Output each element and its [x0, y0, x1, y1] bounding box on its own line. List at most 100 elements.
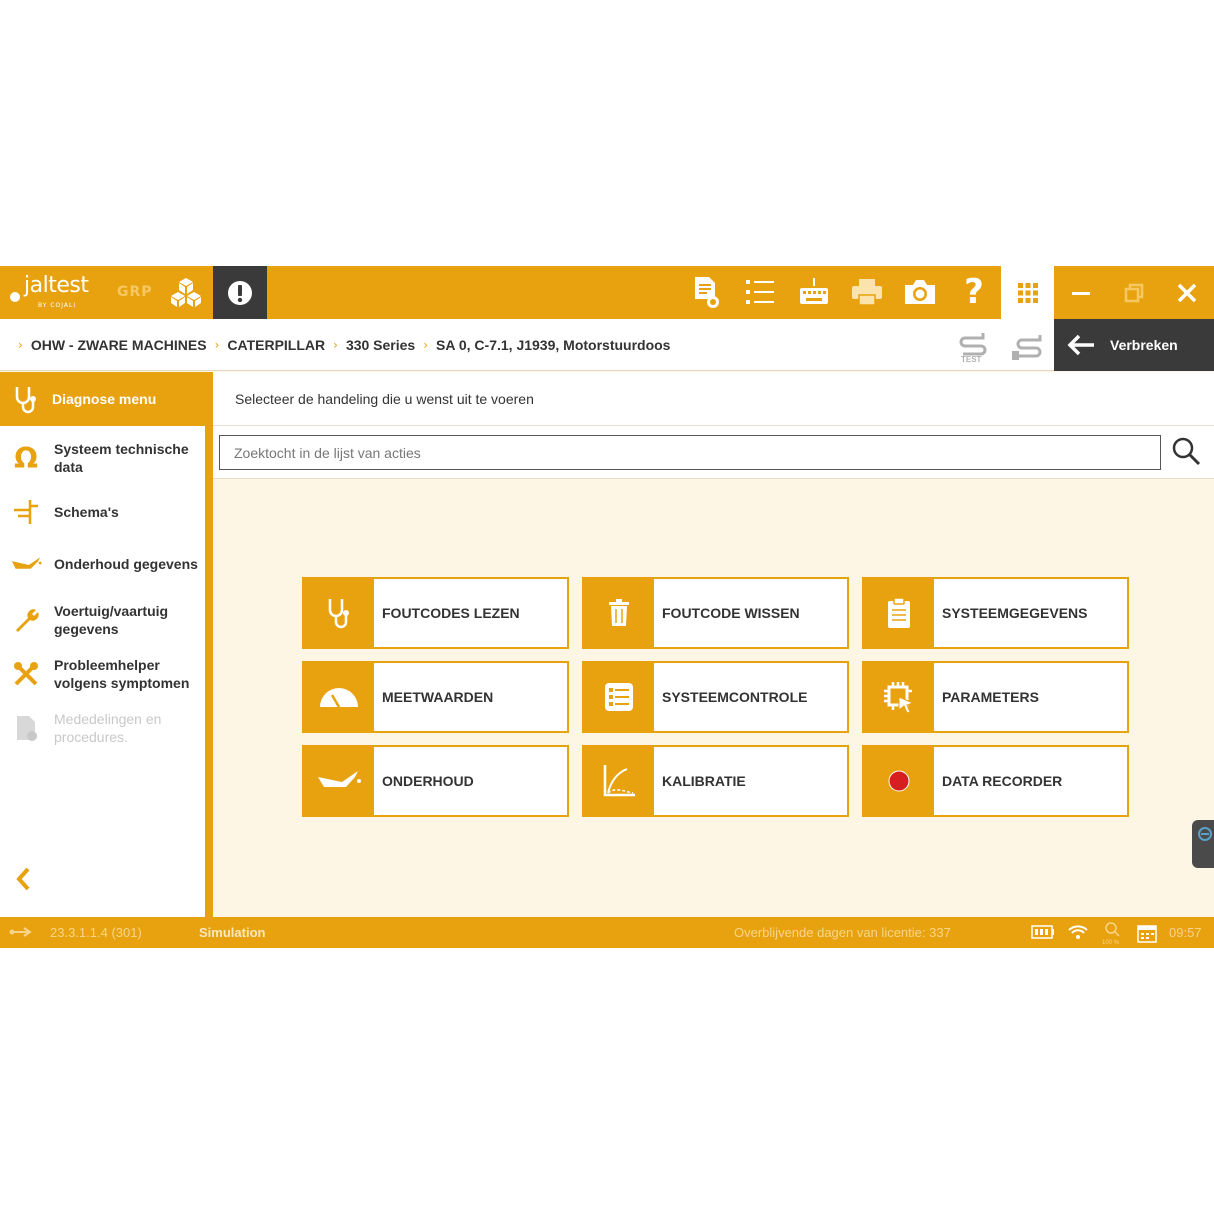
- apps-grid-button[interactable]: [1001, 266, 1054, 319]
- test-label: TEST: [961, 355, 982, 363]
- action-label: SYSTEEMCONTROLE: [662, 689, 808, 705]
- oil-can-icon: [304, 747, 374, 815]
- version-text: 23.3.1.1.4 (301): [50, 925, 142, 940]
- sidebar-item-label: Mededelingen en procedures.: [54, 711, 162, 745]
- action-parameters[interactable]: PARAMETERS: [862, 661, 1129, 733]
- search-bar: [213, 426, 1214, 479]
- gauge-icon: [304, 663, 374, 731]
- omega-icon: Ω: [14, 441, 38, 475]
- instruction-text: Selecteer de handeling die u wenst uit t…: [213, 372, 1214, 426]
- minimize-button[interactable]: [1054, 266, 1107, 319]
- collapse-sidebar-button[interactable]: [14, 866, 38, 896]
- schema-icon: [10, 496, 42, 528]
- action-label: FOUTCODES LEZEN: [382, 605, 520, 621]
- tools-icon: [10, 658, 42, 690]
- sidebar-item-probleemhelper[interactable]: Probleemhelper volgens symptomen: [0, 648, 205, 700]
- main-content: Selecteer de handeling die u wenst uit t…: [213, 372, 1214, 917]
- sidebar-item-label: Onderhoud gegevens: [54, 556, 198, 572]
- action-label: MEETWAARDEN: [382, 689, 494, 705]
- sidebar-header-diagnose-menu[interactable]: Diagnose menu: [0, 372, 205, 426]
- action-data-recorder[interactable]: DATA RECORDER: [862, 745, 1129, 817]
- connector-icon[interactable]: [1010, 329, 1044, 363]
- search-button[interactable]: [1171, 436, 1203, 468]
- breadcrumb-item[interactable]: CATERPILLAR: [227, 337, 325, 353]
- action-systeemcontrole[interactable]: SYSTEEMCONTROLE: [582, 661, 849, 733]
- sidebar-item-label: Probleemhelper volgens symptomen: [54, 657, 190, 691]
- sidebar-item-schemas[interactable]: Schema's: [0, 490, 205, 534]
- stethoscope-icon: [15, 387, 36, 414]
- action-label: DATA RECORDER: [942, 773, 1063, 789]
- action-label: PARAMETERS: [942, 689, 1039, 705]
- minimize-icon: [1071, 291, 1090, 295]
- arrow-left-icon: [1067, 334, 1094, 356]
- zoom-icon: 100 %: [1102, 922, 1120, 946]
- sidebar-item-onderhoud-gegevens[interactable]: Onderhoud gegevens: [0, 542, 205, 586]
- action-foutcode-wissen[interactable]: FOUTCODE WISSEN: [582, 577, 849, 649]
- printer-icon[interactable]: [849, 274, 885, 310]
- help-icon[interactable]: ?: [956, 274, 992, 310]
- mode-text: Simulation: [199, 925, 266, 940]
- action-label: ONDERHOUD: [382, 773, 474, 789]
- trash-icon: [584, 579, 654, 647]
- action-onderhoud[interactable]: ONDERHOUD: [302, 745, 569, 817]
- side-drawer-tab[interactable]: [1192, 820, 1214, 868]
- action-label: KALIBRATIE: [662, 773, 746, 789]
- chevron-right-icon: ›: [18, 338, 23, 352]
- oil-can-icon: [10, 548, 42, 580]
- test-connector-icon[interactable]: TEST: [957, 329, 991, 364]
- license-text: Overblijvende dagen van licentie: 337: [734, 925, 951, 940]
- action-systeemgegevens[interactable]: SYSTEEMGEGEVENS: [862, 577, 1129, 649]
- sidebar-item-label: Voertuig/vaartuig gegevens: [54, 603, 169, 637]
- action-meetwaarden[interactable]: MEETWAARDEN: [302, 661, 569, 733]
- mode-label: GRP: [117, 284, 153, 300]
- report-icon[interactable]: [688, 274, 724, 310]
- camera-icon[interactable]: [902, 274, 938, 310]
- battery-icon: [1031, 924, 1055, 943]
- alert-button[interactable]: [213, 266, 267, 319]
- search-icon: [1172, 437, 1201, 466]
- clipboard-icon: [864, 579, 934, 647]
- zoom-indicator: 100 %: [1100, 920, 1126, 949]
- logo-text: jaltest: [24, 273, 89, 298]
- calendar-icon: [1137, 923, 1157, 946]
- disconnect-button[interactable]: Verbreken: [1054, 319, 1214, 371]
- keyboard-icon[interactable]: [796, 274, 832, 310]
- action-kalibratie[interactable]: KALIBRATIE: [582, 745, 849, 817]
- wifi-icon: [1067, 923, 1089, 944]
- action-label: FOUTCODE WISSEN: [662, 605, 800, 621]
- usb-icon: [8, 925, 34, 942]
- restore-icon: [1124, 283, 1143, 302]
- breadcrumb: › OHW - ZWARE MACHINES › CATERPILLAR › 3…: [18, 319, 670, 371]
- clock-text: 09:57: [1169, 925, 1202, 940]
- checklist-icon: [584, 663, 654, 731]
- close-icon: [1177, 283, 1196, 302]
- restore-button[interactable]: [1107, 266, 1160, 319]
- list-icon[interactable]: [742, 274, 778, 310]
- sidebar-item-voertuig-gegevens[interactable]: Voertuig/vaartuig gegevens: [0, 594, 205, 646]
- chip-cursor-icon: [864, 663, 934, 731]
- breadcrumb-item[interactable]: 330 Series: [346, 337, 415, 353]
- status-bar: 23.3.1.1.4 (301) Simulation Overblijvend…: [0, 917, 1214, 948]
- document-icon: [10, 712, 42, 744]
- close-button[interactable]: [1160, 266, 1213, 319]
- jaltest-logo: jaltest BY COJALI: [10, 273, 89, 312]
- record-dot-icon: [864, 747, 934, 815]
- apps-grid-icon: [1017, 282, 1038, 303]
- breadcrumb-item[interactable]: OHW - ZWARE MACHINES: [31, 337, 207, 353]
- sidebar-item-mededelingen: Mededelingen en procedures.: [0, 702, 205, 754]
- logo-subtext: BY COJALI: [38, 302, 77, 309]
- disconnect-label: Verbreken: [1110, 337, 1178, 353]
- action-foutcodes-lezen[interactable]: FOUTCODES LEZEN: [302, 577, 569, 649]
- sidebar-header-label: Diagnose menu: [52, 391, 157, 407]
- action-label: SYSTEEMGEGEVENS: [942, 605, 1088, 621]
- sidebar: Diagnose menu Ω Systeem technische data …: [0, 372, 213, 917]
- breadcrumb-item[interactable]: SA 0, C-7.1, J1939, Motorstuurdoos: [436, 337, 670, 353]
- sidebar-item-label: Schema's: [54, 504, 119, 520]
- cubes-icon[interactable]: [168, 274, 204, 310]
- search-input[interactable]: [219, 435, 1161, 470]
- zoom-text: 100 %: [1102, 940, 1120, 946]
- chevron-right-icon: ›: [423, 338, 429, 352]
- sidebar-item-systeem-technische-data[interactable]: Ω Systeem technische data: [0, 432, 205, 484]
- breadcrumb-bar: › OHW - ZWARE MACHINES › CATERPILLAR › 3…: [0, 319, 1214, 371]
- chevron-right-icon: ›: [333, 338, 338, 352]
